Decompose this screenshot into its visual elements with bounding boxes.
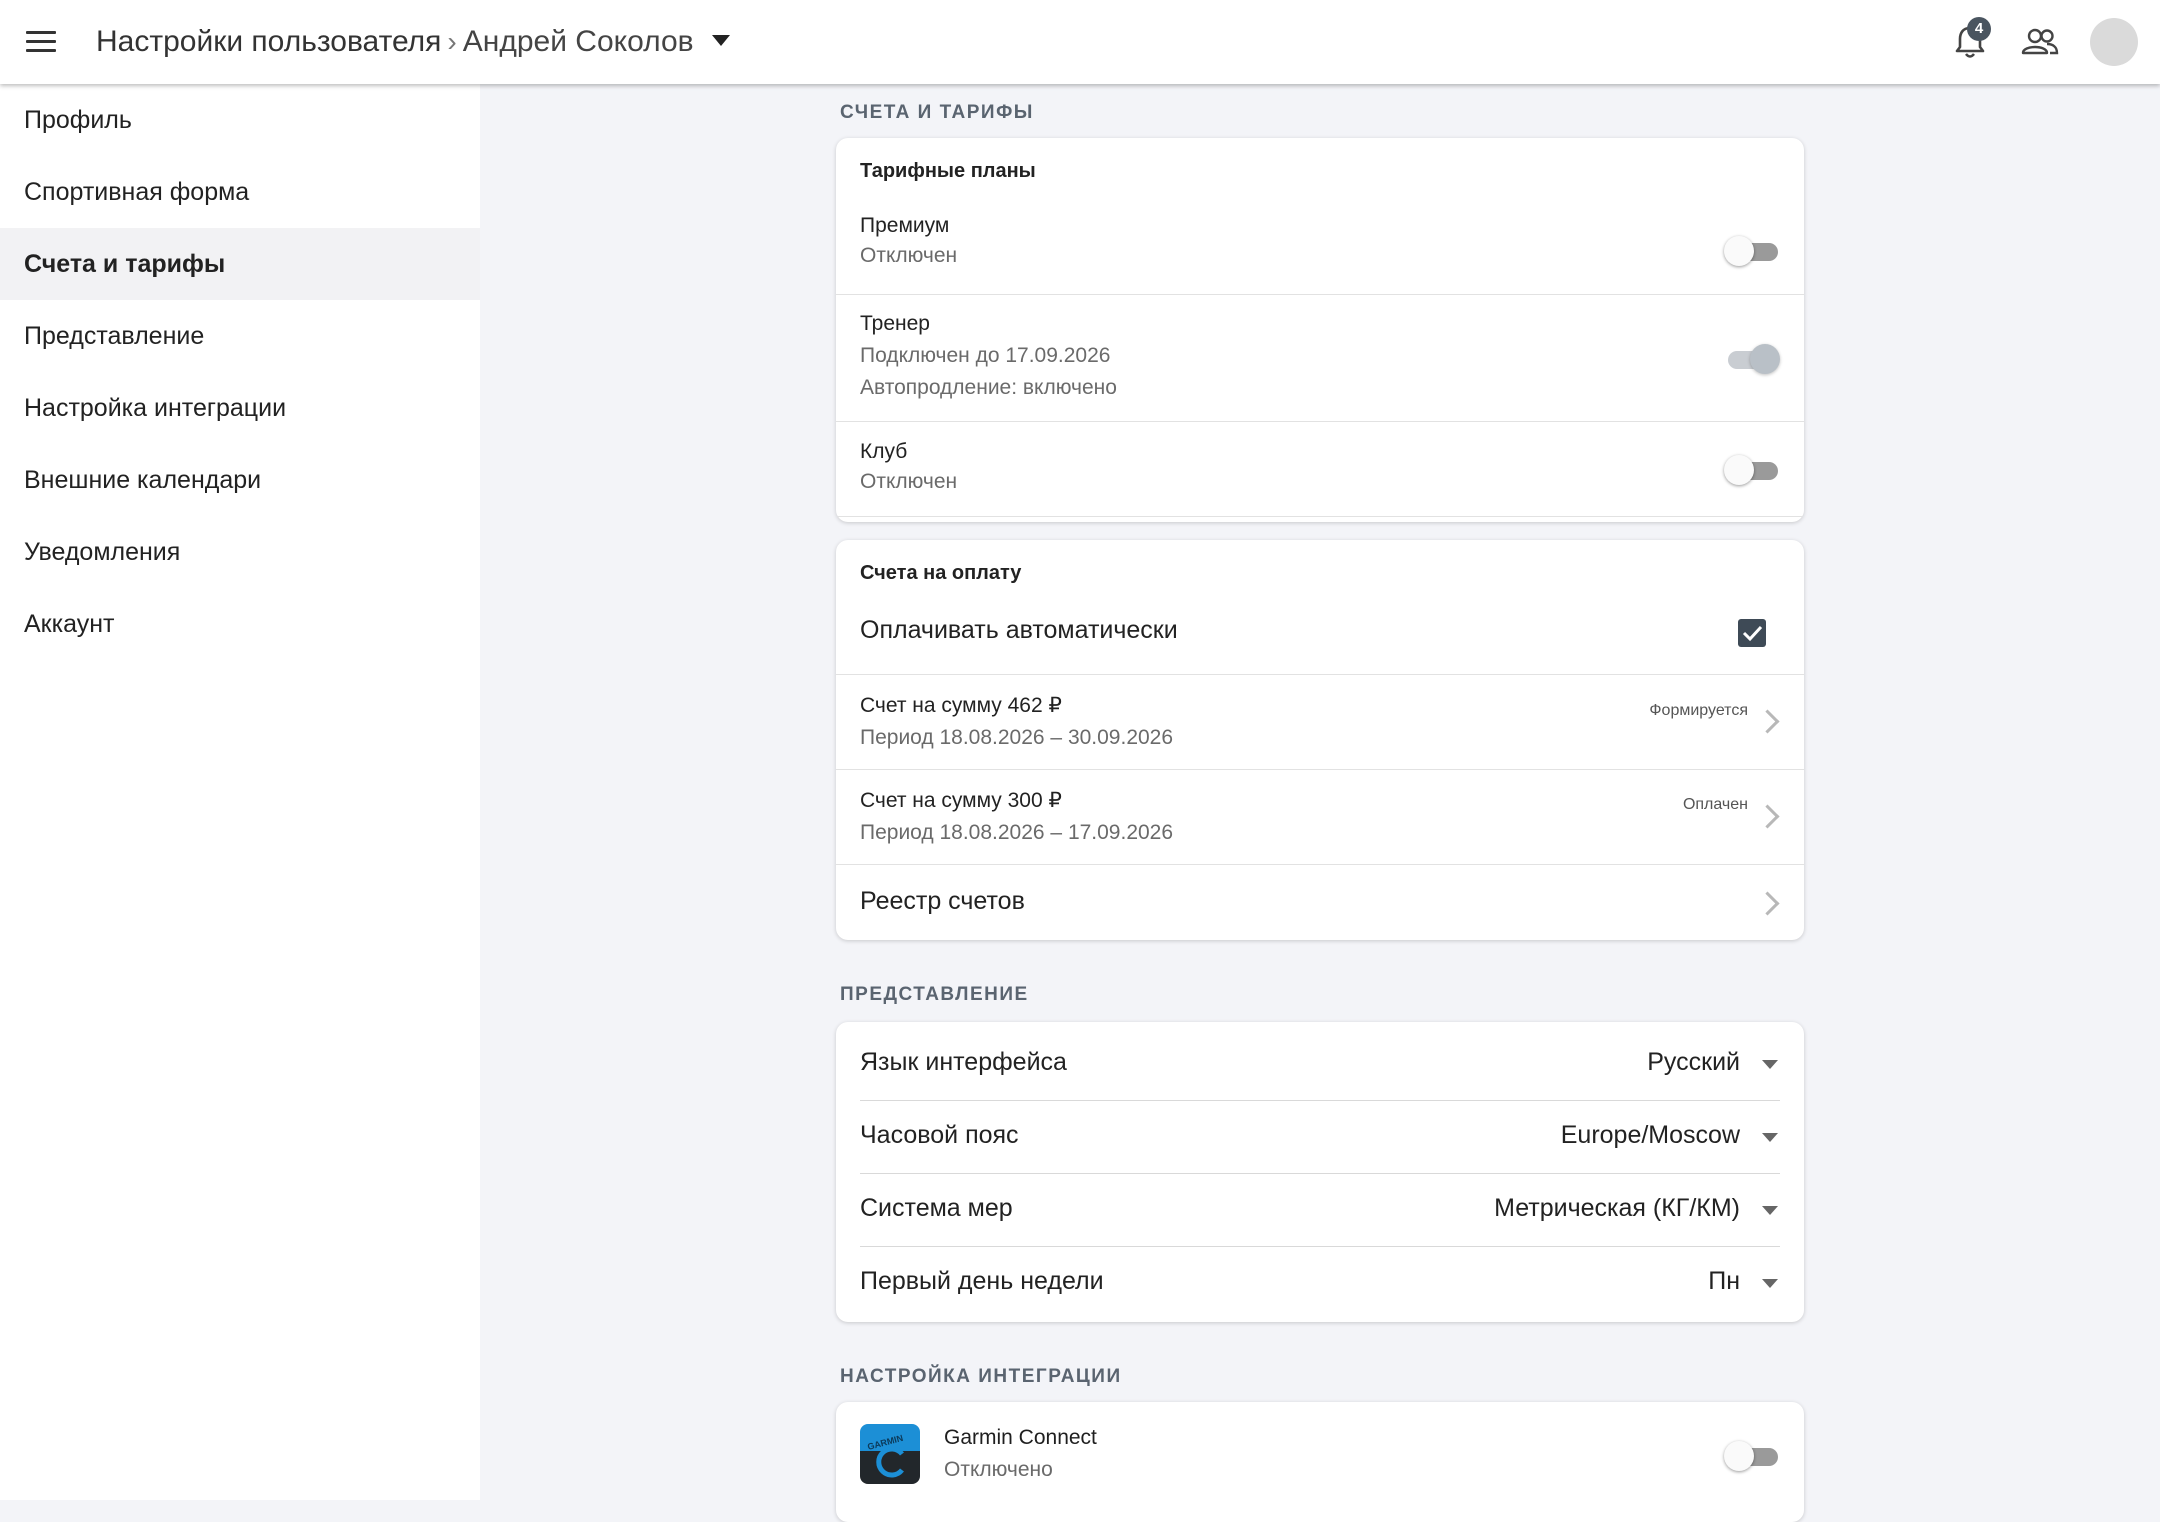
week-start-row[interactable]: Первый день недели Пн [860, 1246, 1780, 1319]
breadcrumb: Настройки пользователя › Андрей Соколов [96, 22, 730, 62]
invoice-title: Счет на сумму 462 ₽ [860, 694, 1062, 717]
invoice-status: Формируется [1649, 702, 1748, 719]
plan-status: Отключен [860, 470, 958, 493]
timezone-label: Часовой пояс [860, 1121, 1019, 1149]
dropdown-arrow-icon[interactable] [1762, 1279, 1778, 1288]
invoice-period: Период 18.08.2026 – 30.09.2026 [860, 726, 1174, 749]
autopay-checkbox[interactable] [1738, 619, 1766, 647]
user-switcher[interactable]: Андрей Соколов [463, 25, 694, 58]
avatar[interactable] [2090, 18, 2138, 66]
plan-name: Клуб [860, 440, 908, 463]
top-app-bar: Настройки пользователя › Андрей Соколов 4 [0, 0, 2160, 84]
units-label: Система мер [860, 1194, 1013, 1222]
units-row[interactable]: Система мер Метрическая (КГ/КМ) [860, 1173, 1780, 1246]
plan-row-club[interactable]: Клуб Отключен [836, 421, 1804, 517]
invoice-row-1[interactable]: Счет на сумму 462 ₽ Период 18.08.2026 – … [836, 674, 1804, 769]
timezone-select[interactable]: Europe/Moscow [1561, 1121, 1740, 1150]
invoice-period: Период 18.08.2026 – 17.09.2026 [860, 821, 1174, 844]
autopay-row[interactable]: Оплачивать автоматически [836, 604, 1804, 674]
breadcrumb-separator: › [447, 26, 457, 57]
plan-status: Отключен [860, 244, 958, 267]
integration-name: Garmin Connect [944, 1426, 1097, 1449]
plan-name: Тренер [860, 312, 930, 335]
sidebar-item-profile[interactable]: Профиль [0, 84, 480, 156]
section-title-view: ПРЕДСТАВЛЕНИЕ [840, 984, 1029, 1005]
coach-toggle[interactable] [1724, 341, 1780, 375]
sidebar-item-calendars[interactable]: Внешние календари [0, 444, 480, 516]
integration-status: Отключено [944, 1458, 1053, 1481]
section-title-billing: СЧЕТА И ТАРИФЫ [840, 102, 1034, 123]
sidebar: Профиль Спортивная форма Счета и тарифы … [0, 84, 480, 1500]
sidebar-item-account[interactable]: Аккаунт [0, 588, 480, 660]
club-toggle[interactable] [1724, 452, 1780, 486]
premium-toggle[interactable] [1724, 233, 1780, 267]
invoice-row-2[interactable]: Счет на сумму 300 ₽ Период 18.08.2026 – … [836, 769, 1804, 864]
invoice-title: Счет на сумму 300 ₽ [860, 789, 1062, 812]
integration-card: GARMIN Garmin Connect Отключено [836, 1402, 1804, 1522]
garmin-toggle[interactable] [1724, 1438, 1780, 1472]
dropdown-arrow-icon[interactable] [1762, 1206, 1778, 1215]
plans-card-title: Тарифные планы [860, 160, 1036, 182]
autopay-label: Оплачивать автоматически [860, 616, 1178, 644]
timezone-row[interactable]: Часовой пояс Europe/Moscow [860, 1100, 1780, 1173]
plan-status: Подключен до 17.09.2026 [860, 344, 1111, 367]
people-icon[interactable] [2020, 22, 2060, 62]
plan-name: Премиум [860, 214, 950, 237]
plan-row-coach[interactable]: Тренер Подключен до 17.09.2026 Автопродл… [836, 294, 1804, 421]
sidebar-item-notifications[interactable]: Уведомления [0, 516, 480, 588]
sidebar-item-sport-form[interactable]: Спортивная форма [0, 156, 480, 228]
invoice-status: Оплачен [1682, 796, 1748, 813]
sidebar-item-view[interactable]: Представление [0, 300, 480, 372]
page-title: Настройки пользователя [96, 25, 442, 58]
notifications-badge: 4 [1967, 17, 1991, 41]
garmin-info: Garmin Connect Отключено [944, 1426, 1097, 1482]
sidebar-item-integration[interactable]: Настройка интеграции [0, 372, 480, 444]
hamburger-menu-icon[interactable] [26, 28, 58, 56]
language-label: Язык интерфейса [860, 1048, 1067, 1076]
sidebar-item-billing[interactable]: Счета и тарифы [0, 228, 480, 300]
registry-label: Реестр счетов [860, 887, 1025, 915]
chevron-down-icon[interactable] [711, 34, 730, 46]
view-card: Язык интерфейса Русский Часовой пояс Eur… [836, 1022, 1804, 1322]
registry-row[interactable]: Реестр счетов [836, 864, 1804, 940]
section-title-integration: НАСТРОЙКА ИНТЕГРАЦИИ [840, 1366, 1122, 1387]
check-icon [1742, 625, 1763, 642]
plans-card: Тарифные планы Премиум Отключен Тренер П… [836, 138, 1804, 522]
dropdown-arrow-icon[interactable] [1762, 1060, 1778, 1069]
language-row[interactable]: Язык интерфейса Русский [860, 1028, 1780, 1100]
plan-row-premium[interactable]: Премиум Отключен [836, 204, 1804, 294]
garmin-logo-icon: GARMIN [860, 1424, 920, 1484]
week-start-select[interactable]: Пн [1708, 1267, 1740, 1296]
plan-autorenew: Автопродление: включено [860, 376, 1117, 399]
week-start-label: Первый день недели [860, 1267, 1104, 1295]
invoices-card-title: Счета на оплату [860, 562, 1022, 584]
units-select[interactable]: Метрическая (КГ/КМ) [1494, 1194, 1740, 1223]
invoices-card: Счета на оплату Оплачивать автоматически… [836, 540, 1804, 940]
dropdown-arrow-icon[interactable] [1762, 1133, 1778, 1142]
language-select[interactable]: Русский [1647, 1048, 1740, 1077]
